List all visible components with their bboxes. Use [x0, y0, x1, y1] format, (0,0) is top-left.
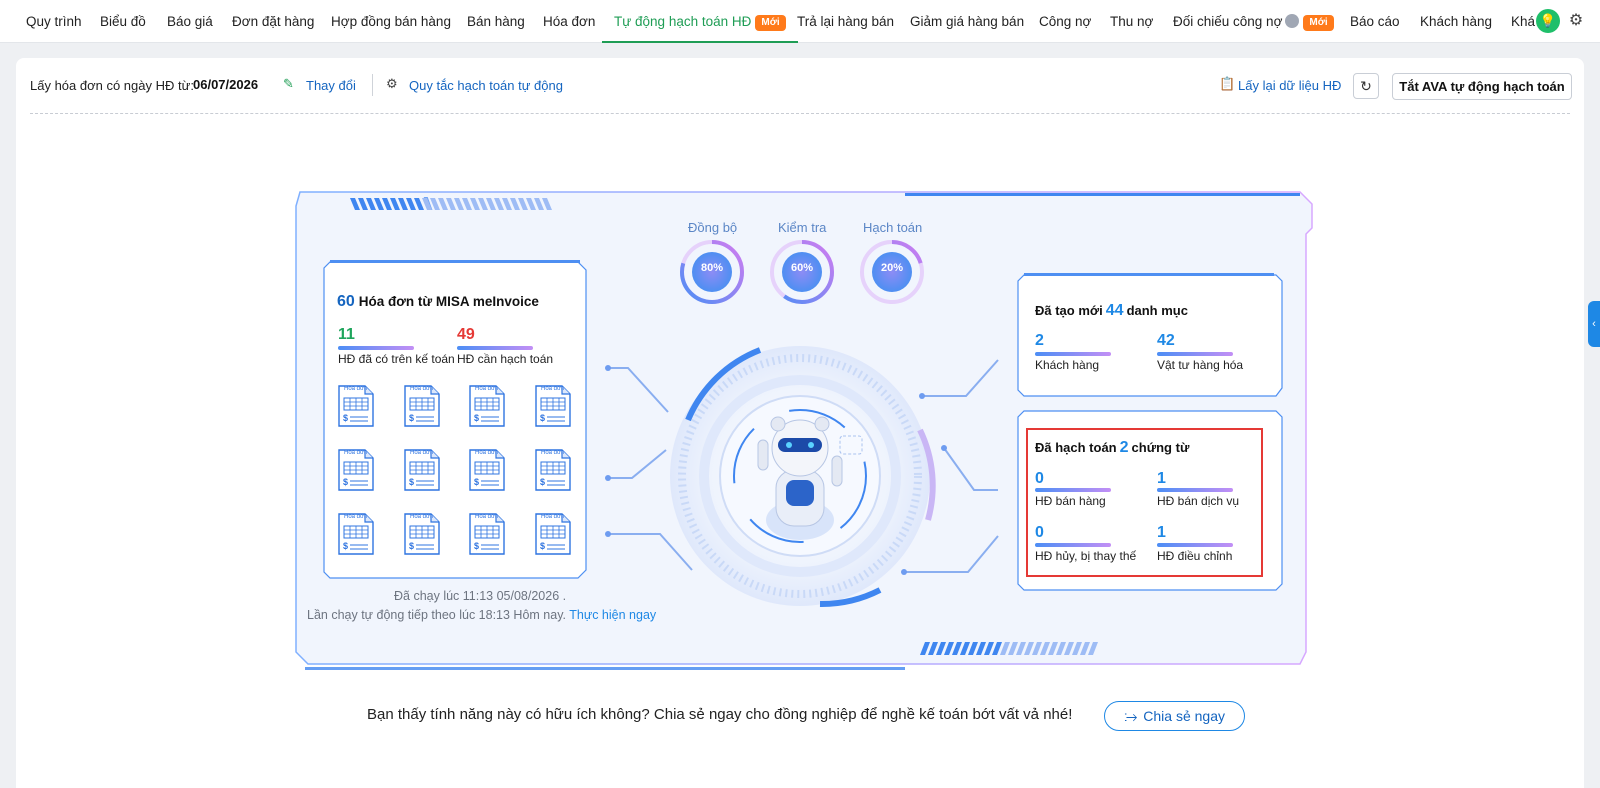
- gradient-bar: [1035, 352, 1111, 356]
- invoice-document-label: Hóa đơn: [410, 386, 434, 392]
- created-suffix: danh mục: [1126, 303, 1188, 318]
- invoice-document-icon: Hóa đơn $: [403, 512, 441, 556]
- invoices-in-books-label: HĐ đã có trên kế toán: [338, 352, 455, 366]
- created-customers-count: 2: [1035, 332, 1044, 349]
- stage-label-kiem-tra: Kiểm tra: [778, 220, 827, 235]
- invoice-source-title: 60 Hóa đơn từ MISA meInvoice: [337, 293, 539, 311]
- stage-percent-kiem-tra: 60%: [790, 262, 814, 274]
- created-customers-label: Khách hàng: [1035, 358, 1100, 372]
- invoice-document-icon: Hóa đơn $: [468, 448, 506, 492]
- invoice-document-icon: Hóa đơn $: [534, 448, 572, 492]
- dollar-sign-icon: $: [540, 413, 546, 423]
- share-now-button[interactable]: ⧴ Chia sẻ ngay: [1104, 701, 1245, 731]
- invoice-document-label: Hóa đơn: [410, 514, 434, 520]
- share-button-label: Chia sẻ ngay: [1143, 708, 1225, 724]
- next-run-line: Lần chạy tự động tiếp theo lúc 18:13 Hôm…: [307, 608, 656, 622]
- gradient-bar: [338, 346, 414, 350]
- gradient-bar: [457, 346, 533, 350]
- created-prefix: Đã tạo mới: [1035, 303, 1103, 318]
- invoice-document-icon: Hóa đơn $: [403, 448, 441, 492]
- created-items-count: 42: [1157, 332, 1175, 349]
- invoice-source-label: Hóa đơn từ MISA meInvoice: [358, 294, 539, 309]
- last-run-text: Đã chạy lúc 11:13 05/08/2026 .: [394, 589, 567, 603]
- invoice-document-icon: Hóa đơn $: [468, 512, 506, 556]
- highlight-box: [1026, 428, 1263, 577]
- stage-label-hach-toan: Hạch toán: [863, 220, 923, 235]
- share-icon: ⧴: [1123, 708, 1138, 724]
- share-prompt-text: Bạn thấy tính năng này có hữu ích không?…: [367, 706, 1073, 723]
- dollar-sign-icon: $: [474, 541, 480, 551]
- invoice-document-icon: Hóa đơn $: [337, 448, 375, 492]
- gradient-bar: [1157, 352, 1233, 356]
- invoice-document-label: Hóa đơn: [475, 450, 499, 456]
- created-items-label: Vật tư hàng hóa: [1157, 358, 1244, 372]
- stage-percent-hach-toan: 20%: [880, 262, 904, 274]
- invoice-document-icon: Hóa đơn $: [534, 512, 572, 556]
- invoice-document-icon: Hóa đơn $: [337, 384, 375, 428]
- invoice-document-label: Hóa đơn: [541, 514, 565, 520]
- dollar-sign-icon: $: [343, 477, 349, 487]
- dollar-sign-icon: $: [474, 413, 480, 423]
- invoice-document-label: Hóa đơn: [475, 514, 499, 520]
- dashboard-frame: [295, 191, 1313, 670]
- invoice-document-label: Hóa đơn: [344, 514, 368, 520]
- invoice-document-icon: Hóa đơn $: [534, 384, 572, 428]
- dollar-sign-icon: $: [409, 541, 415, 551]
- dollar-sign-icon: $: [343, 541, 349, 551]
- created-categories-title: Đã tạo mới 44 danh mục: [1035, 302, 1188, 320]
- invoice-document-label: Hóa đơn: [475, 386, 499, 392]
- invoice-document-icon: Hóa đơn $: [403, 384, 441, 428]
- invoices-in-books-count: 11: [338, 326, 355, 343]
- invoices-to-post-label: HĐ cần hạch toán: [457, 352, 554, 366]
- invoice-document-icon: Hóa đơn $: [337, 512, 375, 556]
- invoices-to-post-count: 49: [457, 326, 475, 343]
- dollar-sign-icon: $: [540, 477, 546, 487]
- invoice-document-icon: Hóa đơn $: [468, 384, 506, 428]
- stage-percent-dong-bo: 80%: [700, 262, 724, 274]
- dollar-sign-icon: $: [409, 477, 415, 487]
- invoice-document-label: Hóa đơn: [410, 450, 434, 456]
- invoice-document-label: Hóa đơn: [344, 450, 368, 456]
- created-count: 44: [1105, 302, 1124, 319]
- run-now-link[interactable]: Thực hiện ngay: [569, 608, 656, 622]
- dollar-sign-icon: $: [343, 413, 349, 423]
- invoice-document-label: Hóa đơn: [541, 450, 565, 456]
- dollar-sign-icon: $: [540, 541, 546, 551]
- dollar-sign-icon: $: [474, 477, 480, 487]
- next-run-text: Lần chạy tự động tiếp theo lúc 18:13 Hôm…: [307, 608, 566, 622]
- stage-label-dong-bo: Đồng bộ: [688, 220, 738, 235]
- invoice-document-label: Hóa đơn: [344, 386, 368, 392]
- dollar-sign-icon: $: [409, 413, 415, 423]
- invoice-document-label: Hóa đơn: [541, 386, 565, 392]
- invoice-total-count: 60: [337, 293, 355, 310]
